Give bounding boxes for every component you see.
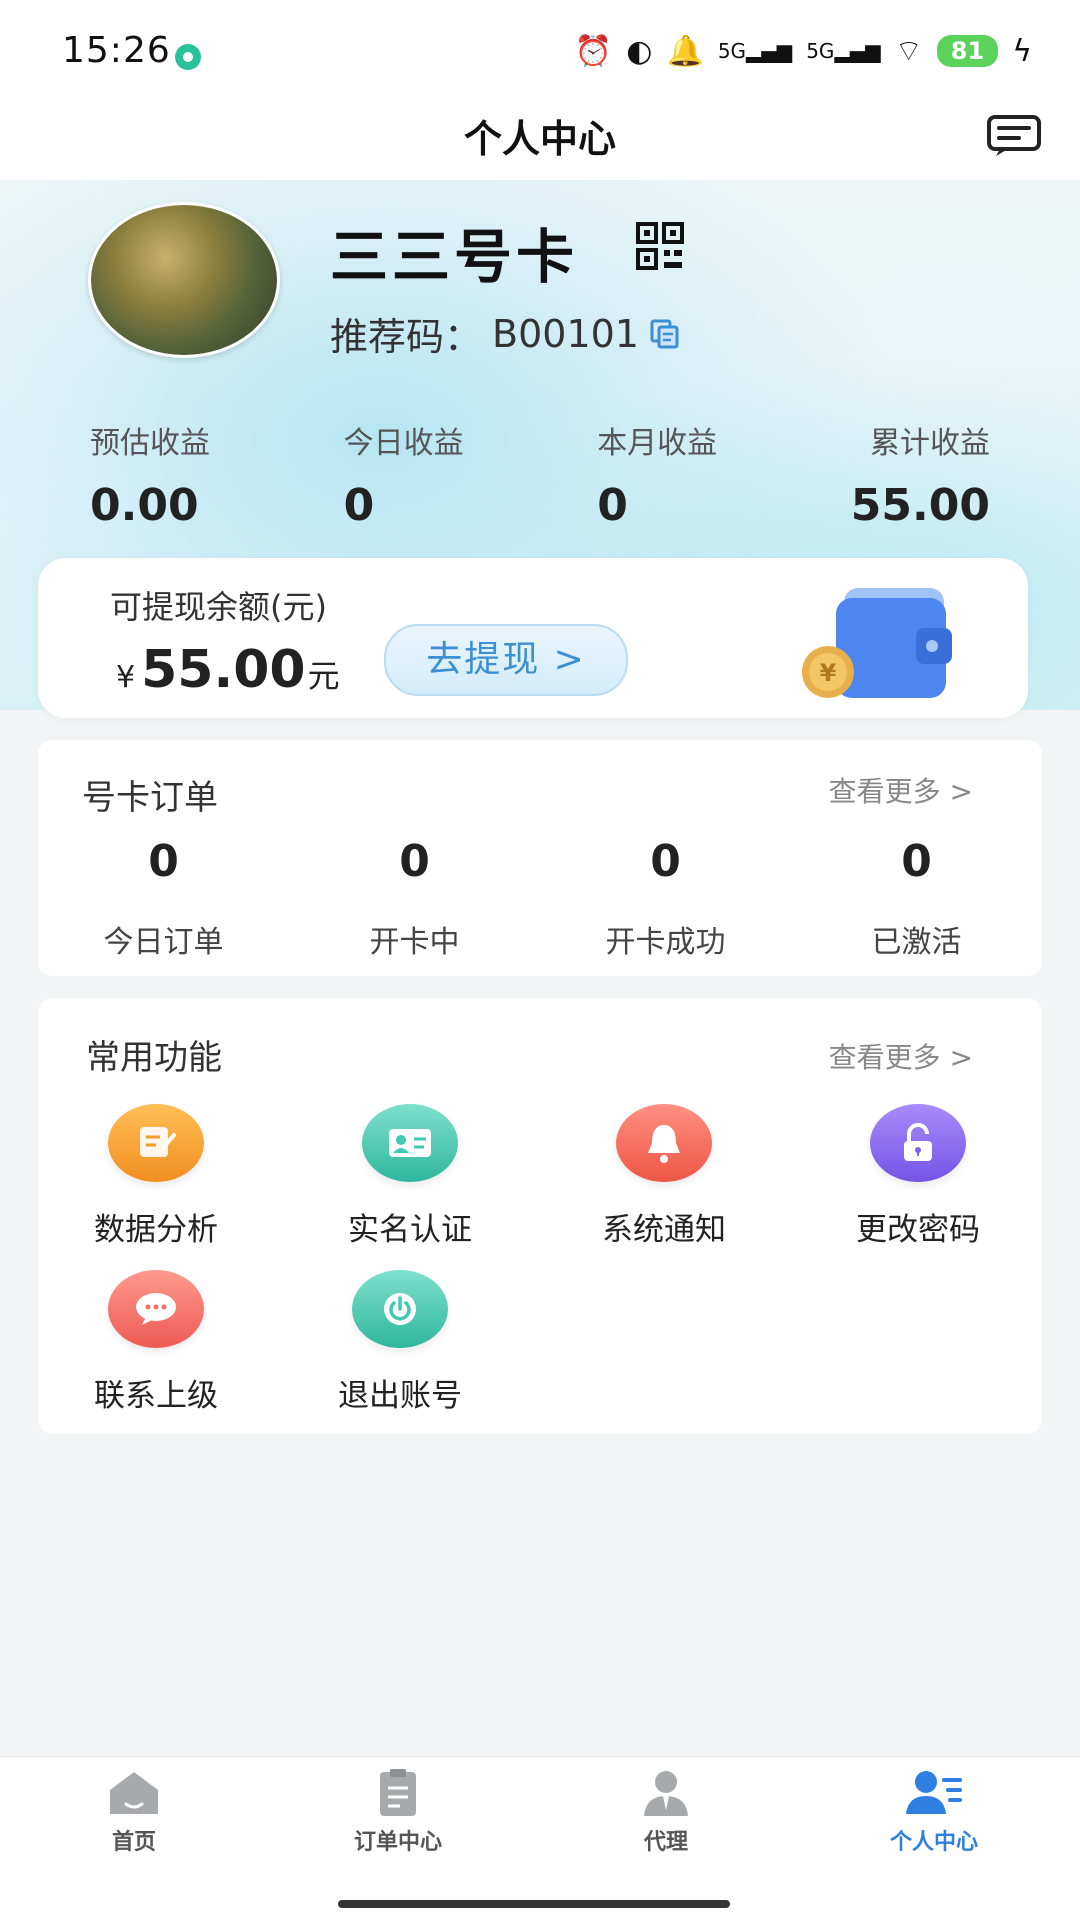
bell-status-icon: 🔔 xyxy=(666,33,704,69)
charging-icon: ϟ xyxy=(1012,33,1032,69)
signal-icon-1: 5G▂▄▆ xyxy=(717,39,793,63)
withdraw-button[interactable]: 去提现 > xyxy=(384,624,628,696)
order-label: 已激活 xyxy=(871,925,962,960)
signal-icon-2: 5G▂▄▆ xyxy=(806,39,881,63)
orders-grid: 0 今日订单 0 开卡中 0 开卡成功 0 已激活 xyxy=(38,836,1042,961)
order-activated[interactable]: 0 已激活 xyxy=(791,836,1042,961)
stat-value: 55.00 xyxy=(850,480,990,531)
func-real-name[interactable]: 实名认证 xyxy=(330,1104,490,1249)
order-opening[interactable]: 0 开卡中 xyxy=(289,836,540,961)
stat-value: 0 xyxy=(343,480,375,531)
nav-agent[interactable]: 代理 xyxy=(566,1768,766,1856)
user-name: 三三号卡 xyxy=(330,223,579,291)
stat-label: 预估收益 xyxy=(90,426,210,461)
earnings-stats: 预估收益 0.00 今日收益 0 本月收益 0 累计收益 55.00 xyxy=(90,418,990,531)
svg-text:¥: ¥ xyxy=(820,659,837,687)
order-count: 0 xyxy=(399,836,430,887)
status-icons: ⏰ ◐ 🔔 5G▂▄▆ 5G▂▄▆ ⌔ 81 ϟ xyxy=(575,32,1032,70)
func-system-notice[interactable]: 系统通知 xyxy=(584,1104,744,1249)
func-data-analysis[interactable]: 数据分析 xyxy=(76,1104,236,1249)
order-success[interactable]: 0 开卡成功 xyxy=(540,836,791,961)
nav-orders[interactable]: 订单中心 xyxy=(298,1768,498,1856)
order-today[interactable]: 0 今日订单 xyxy=(38,836,289,961)
order-label: 今日订单 xyxy=(103,925,224,960)
page-title: 个人中心 xyxy=(463,117,616,161)
nav-home[interactable]: 首页 xyxy=(34,1768,234,1856)
order-count: 0 xyxy=(650,836,681,887)
stat-today: 今日收益 0 xyxy=(344,418,464,531)
order-label: 开卡中 xyxy=(369,925,460,960)
nav-label: 代理 xyxy=(643,1830,688,1855)
stat-label: 本月收益 xyxy=(597,426,718,461)
balance-unit: 元 xyxy=(307,657,340,695)
wifi-icon: ⌔ xyxy=(894,34,923,69)
orders-more-link[interactable]: 查看更多 > xyxy=(829,770,973,810)
stat-label: 今日收益 xyxy=(343,426,464,461)
referral-row: 推荐码： B00101 xyxy=(330,306,681,361)
copy-icon[interactable] xyxy=(649,318,681,350)
user-list-icon xyxy=(906,1771,962,1814)
edit-icon xyxy=(108,1104,204,1182)
func-label: 实名认证 xyxy=(348,1212,472,1248)
balance-value: 55.00 xyxy=(141,640,306,700)
power-icon xyxy=(352,1270,448,1348)
referral-label: 推荐码： xyxy=(330,315,483,359)
app-notification-icon xyxy=(175,44,201,70)
balance-label: 可提现余额(元) xyxy=(110,588,327,626)
message-square-icon[interactable] xyxy=(986,114,1042,158)
wallet-icon: ¥ xyxy=(802,588,952,698)
stat-label: 累计收益 xyxy=(869,426,990,461)
orders-title: 号卡订单 xyxy=(82,778,218,818)
chat-icon xyxy=(108,1270,204,1348)
status-time: 15:26 xyxy=(62,30,171,71)
id-card-icon xyxy=(362,1104,458,1182)
nav-label: 订单中心 xyxy=(353,1830,442,1855)
balance-amount: ¥ 55.00 元 xyxy=(116,640,340,700)
func-label: 数据分析 xyxy=(94,1212,218,1248)
functions-more-link[interactable]: 查看更多 > xyxy=(829,1036,973,1076)
func-label: 联系上级 xyxy=(94,1378,218,1414)
func-label: 系统通知 xyxy=(602,1212,726,1248)
agent-icon xyxy=(644,1771,688,1816)
currency-symbol: ¥ xyxy=(116,660,136,695)
alarm-icon: ⏰ xyxy=(574,33,613,69)
order-count: 0 xyxy=(901,836,932,887)
battery-icon: 81 xyxy=(936,35,999,67)
order-label: 开卡成功 xyxy=(605,925,726,960)
order-count: 0 xyxy=(148,836,179,887)
stat-value: 0 xyxy=(597,480,628,531)
home-indicator xyxy=(338,1900,730,1908)
functions-title: 常用功能 xyxy=(86,1038,222,1078)
func-logout[interactable]: 退出账号 xyxy=(320,1270,480,1415)
clipboard-icon xyxy=(380,1769,416,1816)
referral-code: B00101 xyxy=(492,311,639,356)
avatar[interactable] xyxy=(88,202,280,358)
func-label: 更改密码 xyxy=(856,1212,980,1248)
stat-value: 0.00 xyxy=(90,480,199,531)
stat-total: 累计收益 55.00 xyxy=(851,418,990,531)
qr-code-icon[interactable] xyxy=(636,222,684,270)
func-label: 退出账号 xyxy=(338,1378,462,1414)
nfc-icon: ◐ xyxy=(626,33,653,69)
func-change-password[interactable]: 更改密码 xyxy=(838,1104,998,1249)
home-icon xyxy=(110,1772,158,1814)
bell-icon xyxy=(616,1104,712,1182)
func-contact-superior[interactable]: 联系上级 xyxy=(76,1270,236,1415)
stat-estimated: 预估收益 0.00 xyxy=(90,418,210,531)
lock-icon xyxy=(870,1104,966,1182)
nav-label: 首页 xyxy=(111,1830,156,1855)
nav-profile[interactable]: 个人中心 xyxy=(834,1768,1034,1856)
nav-label: 个人中心 xyxy=(889,1830,978,1855)
stat-month: 本月收益 0 xyxy=(597,418,717,531)
